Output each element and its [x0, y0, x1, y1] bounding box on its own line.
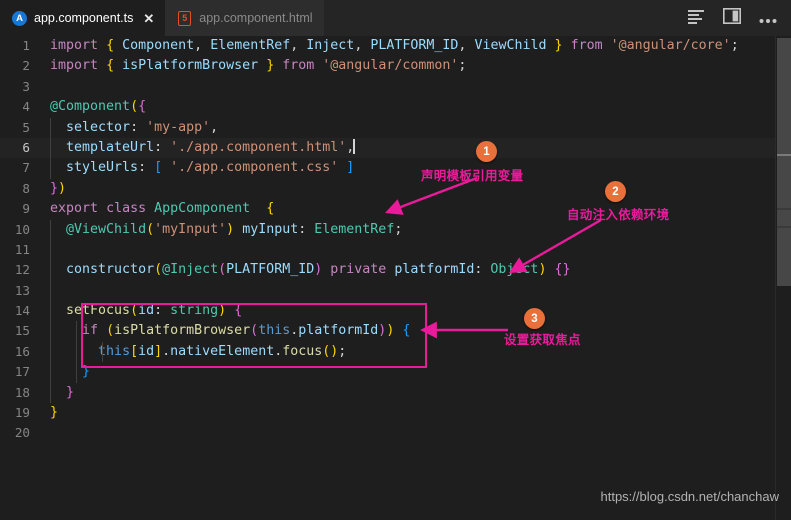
code-line: 16 this[id].nativeElement.focus();	[0, 341, 776, 363]
line-text: @Component({	[50, 99, 147, 115]
watermark: https://blog.csdn.net/chanchaw	[600, 489, 779, 504]
scrollbar-decoration	[777, 154, 791, 156]
code-editor[interactable]: 1 import { Component, ElementRef, Inject…	[0, 36, 791, 520]
code-line: 19 }	[0, 403, 776, 423]
line-number: 1	[22, 38, 30, 53]
line-text: constructor(@Inject(PLATFORM_ID) private…	[46, 260, 776, 281]
line-text: }	[46, 362, 776, 383]
line-text: }	[46, 382, 776, 404]
line-number: 9	[22, 201, 30, 217]
scrollbar-decoration	[777, 226, 791, 228]
line-text	[46, 77, 776, 97]
code-line: 8 })	[0, 179, 776, 199]
line-number: 12	[14, 262, 30, 278]
line-number: 4	[22, 99, 30, 115]
line-number: 14	[14, 303, 30, 319]
line-text: this[id].nativeElement.focus();	[46, 341, 776, 363]
line-number: 5	[22, 119, 30, 135]
code-line: 17 }	[0, 362, 776, 383]
code-line: 7 styleUrls: [ './app.component.css' ]	[0, 158, 776, 179]
tab-label: app.component.html	[199, 10, 313, 25]
scrollbar-decoration	[777, 208, 791, 210]
line-number: 16	[14, 343, 30, 359]
line-number: 6	[22, 139, 30, 155]
line-text: })	[50, 180, 67, 196]
html5-icon: 5	[177, 10, 192, 26]
scrollbar-thumb[interactable]	[777, 38, 791, 286]
line-number: 13	[14, 282, 30, 298]
line-text: @ViewChild('myInput') myInput: ElementRe…	[46, 219, 776, 240]
line-number: 19	[14, 405, 30, 421]
code-line: 20	[0, 423, 776, 443]
line-number: 3	[22, 78, 30, 94]
code-line: 4 @Component({	[0, 97, 776, 117]
line-number: 15	[14, 323, 30, 339]
code-line: 3	[0, 77, 776, 97]
line-text: selector: 'my-app',	[46, 117, 776, 138]
tab-app-component-ts[interactable]: A app.component.ts ✕	[0, 0, 166, 36]
line-number: 11	[14, 241, 30, 257]
open-changes-icon[interactable]	[688, 9, 705, 28]
text-caret	[353, 138, 355, 154]
angular-icon: A	[12, 11, 27, 26]
line-text	[46, 423, 776, 443]
code-line: 2 import { isPlatformBrowser } from '@an…	[0, 56, 776, 76]
code-line: 1 import { Component, ElementRef, Inject…	[0, 36, 776, 56]
line-text: styleUrls: [ './app.component.css' ]	[46, 158, 776, 179]
split-editor-icon[interactable]	[723, 8, 741, 28]
line-text: export class AppComponent {	[50, 201, 275, 217]
line-text	[46, 280, 776, 302]
code-line: 11	[0, 239, 776, 261]
line-text: templateUrl: './app.component.html',	[46, 137, 776, 159]
line-number: 20	[14, 425, 30, 441]
code-line-current: 6 templateUrl: './app.component.html',	[0, 137, 776, 159]
line-text	[46, 239, 776, 261]
line-text: }	[50, 405, 59, 421]
tab-label: app.component.ts	[34, 11, 134, 26]
code-line: 14 setFocus(id: string) {	[0, 301, 776, 322]
code-line: 10 @ViewChild('myInput') myInput: Elemen…	[0, 219, 776, 240]
line-number: 17	[14, 364, 30, 380]
line-number: 2	[22, 58, 30, 74]
tab-app-component-html[interactable]: 5 app.component.html	[165, 0, 324, 36]
close-icon[interactable]: ✕	[143, 12, 154, 25]
line-text: if (isPlatformBrowser(this.platformId)) …	[46, 321, 776, 342]
code-line: 5 selector: 'my-app',	[0, 117, 776, 138]
code-line: 15 if (isPlatformBrowser(this.platformId…	[0, 321, 776, 342]
line-text: import { isPlatformBrowser } from '@angu…	[50, 58, 467, 74]
line-number: 8	[22, 180, 30, 196]
tab-bar-actions	[678, 0, 791, 36]
line-number: 10	[14, 221, 30, 237]
line-text: setFocus(id: string) {	[46, 301, 776, 322]
line-text: import { Component, ElementRef, Inject, …	[50, 38, 739, 53]
code-line: 12 constructor(@Inject(PLATFORM_ID) priv…	[0, 260, 776, 281]
editor-tab-bar: A app.component.ts ✕ 5 app.component.htm…	[0, 0, 791, 37]
code-line: 9 export class AppComponent {	[0, 199, 776, 219]
editor-scrollbar[interactable]	[776, 36, 791, 520]
code-content[interactable]: 1 import { Component, ElementRef, Inject…	[0, 36, 776, 520]
line-number: 7	[22, 160, 30, 176]
line-number: 18	[14, 384, 30, 400]
code-line: 13	[0, 280, 776, 302]
code-line: 18 }	[0, 382, 776, 404]
more-actions-icon[interactable]	[759, 9, 777, 28]
